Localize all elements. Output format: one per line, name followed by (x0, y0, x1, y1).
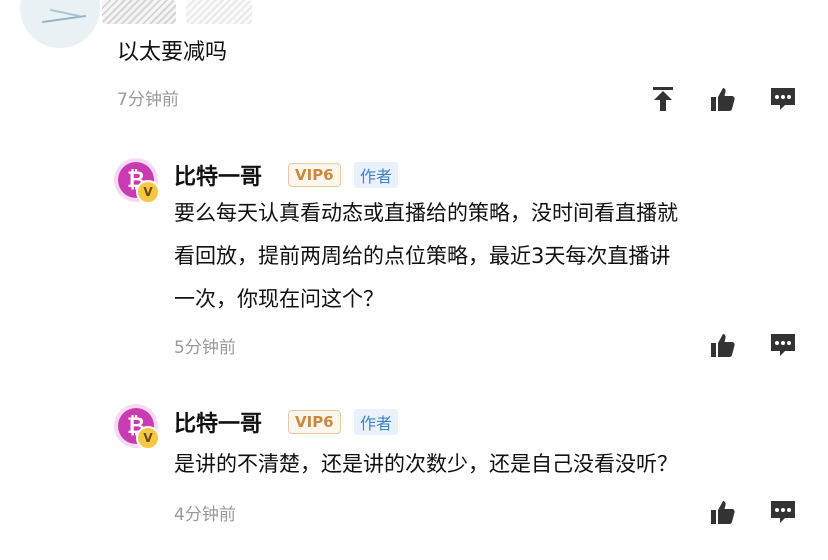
reply-time: 4分钟前 (174, 505, 236, 525)
blurred-username (186, 0, 252, 24)
author-tag: 作者 (354, 162, 399, 188)
like-button[interactable] (708, 497, 738, 527)
pin-top-icon (653, 87, 673, 111)
blurred-username (102, 0, 176, 24)
avatar[interactable] (20, 0, 100, 48)
author-tag: 作者 (354, 409, 399, 435)
avatar[interactable]: ₿ V (114, 404, 160, 450)
comment-text: 以太要减吗 (117, 40, 228, 65)
avatar-scribble (50, 8, 80, 18)
comment-button[interactable] (768, 84, 798, 114)
thumbs-up-icon (711, 501, 735, 524)
reply-text-line: 要么每天认真看动态或直播给的策略，没时间看直播就 (174, 201, 678, 225)
username[interactable]: 比特一哥 (174, 406, 262, 438)
thumbs-up-icon (711, 88, 735, 111)
reply-text-line: 一次，你现在问这个？ (174, 287, 384, 311)
like-button[interactable] (708, 84, 738, 114)
verified-badge-icon: V (136, 426, 160, 450)
vip-badge: VIP6 (288, 410, 341, 434)
like-button[interactable] (708, 330, 738, 360)
reply-text-line: 是讲的不清楚，还是讲的次数少，还是自己没看没听？ (174, 452, 678, 476)
comment-icon (771, 88, 795, 110)
reply-time: 5分钟前 (174, 338, 236, 358)
comment-icon (771, 501, 795, 523)
comment-icon (771, 334, 795, 356)
comment-button[interactable] (768, 497, 798, 527)
comment-button[interactable] (768, 330, 798, 360)
thumbs-up-icon (711, 334, 735, 357)
vip-badge: VIP6 (288, 163, 341, 187)
reply-text-line: 看回放，提前两周给的点位策略，最近3天每次直播讲 (174, 244, 671, 268)
comment-time: 7分钟前 (117, 90, 179, 110)
username[interactable]: 比特一哥 (174, 159, 262, 191)
verified-badge-icon: V (136, 180, 160, 204)
avatar[interactable]: ₿ V (114, 158, 160, 204)
pin-top-button[interactable] (648, 84, 678, 114)
